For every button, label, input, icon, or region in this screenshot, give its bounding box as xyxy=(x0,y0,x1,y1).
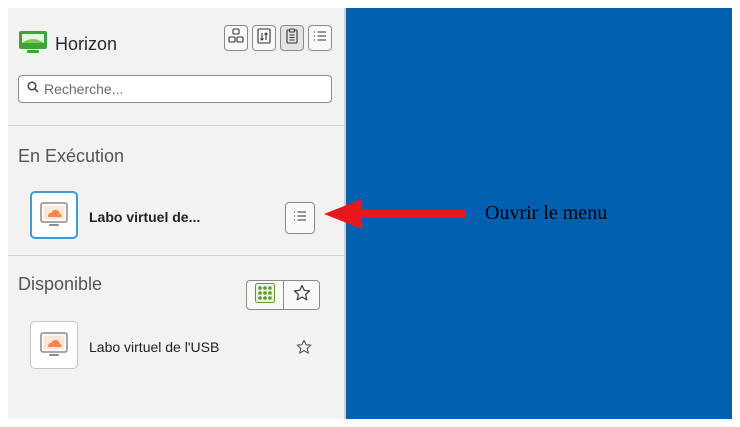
grid-view-toggle[interactable] xyxy=(247,281,283,309)
sidebar: Horizon Recherche... En Exécution Labo v… xyxy=(8,8,346,419)
search-box[interactable] xyxy=(18,75,332,103)
desktop-pool-icon xyxy=(30,321,78,369)
favorite-star-button[interactable] xyxy=(295,338,313,361)
clipboard-icon xyxy=(284,27,300,49)
app-window: Horizon Recherche... En Exécution Labo v… xyxy=(8,8,732,419)
app-brand: Horizon xyxy=(18,30,117,59)
menu-list-icon xyxy=(292,208,308,229)
machine-name: Labo virtuel de... xyxy=(89,209,201,225)
transfer-button[interactable] xyxy=(252,25,276,51)
open-menu-button[interactable] xyxy=(285,202,315,234)
view-toggle-group xyxy=(246,280,320,310)
grid-view-button[interactable] xyxy=(224,25,248,51)
transfer-icon xyxy=(256,27,272,49)
clipboard-button[interactable] xyxy=(280,25,304,51)
section-title-available: Disponible xyxy=(18,274,103,294)
divider xyxy=(8,125,344,126)
toolbar xyxy=(224,25,332,51)
list-icon xyxy=(312,28,328,49)
desktop-pool-icon xyxy=(30,191,78,239)
search-icon xyxy=(27,80,39,98)
divider xyxy=(8,255,344,256)
machine-name: Labo virtuel de l'USB xyxy=(89,339,220,355)
search-input[interactable] xyxy=(44,81,314,97)
favorites-filter-toggle[interactable] xyxy=(283,281,319,309)
horizon-logo-icon xyxy=(18,30,48,59)
grid-view-icon xyxy=(228,27,244,49)
star-icon xyxy=(292,283,312,308)
list-view-button[interactable] xyxy=(308,25,332,51)
callout-arrow-icon xyxy=(324,199,466,229)
app-title: Horizon xyxy=(55,34,118,54)
callout-text: Ouvrir le menu xyxy=(485,202,608,224)
section-title-running: En Exécution xyxy=(18,146,125,166)
grid-dots-icon xyxy=(255,282,275,308)
